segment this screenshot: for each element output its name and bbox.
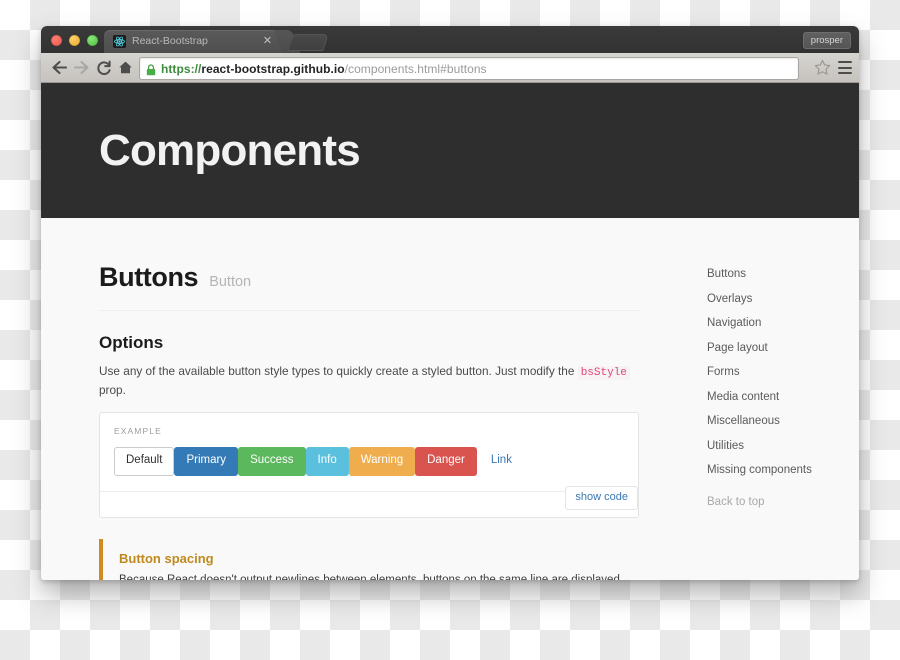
page-body: Buttons Button Options Use any of the av… xyxy=(41,218,859,580)
page-viewport: Components Buttons Button Options Use an… xyxy=(41,83,859,580)
url-host: react-bootstrap.github.io xyxy=(201,61,345,76)
toc-item-buttons[interactable]: Buttons xyxy=(707,268,812,280)
callout-title: Button spacing xyxy=(119,550,214,566)
back-to-top-link[interactable]: Back to top xyxy=(707,496,812,508)
home-icon[interactable] xyxy=(116,58,135,77)
button-danger[interactable]: Danger xyxy=(415,447,477,476)
arrow-left-icon[interactable] xyxy=(50,58,69,77)
button-primary[interactable]: Primary xyxy=(174,447,239,476)
url-path: /components.html#buttons xyxy=(344,61,487,76)
button-default[interactable]: Default xyxy=(114,447,175,476)
star-icon[interactable] xyxy=(814,59,831,76)
menu-bar-3 xyxy=(838,72,852,74)
bsstyle-code: bsStyle xyxy=(577,366,630,380)
reload-icon[interactable] xyxy=(94,58,113,77)
example-panel: EXAMPLE Default Primary Success Info Warning… xyxy=(99,412,639,518)
example-panel-footer: show code xyxy=(100,485,638,517)
user-account-chip[interactable]: prosper xyxy=(802,32,851,49)
lead-text-before: Use any of the available button style ty… xyxy=(99,364,578,378)
react-bootstrap-logo-icon xyxy=(113,35,126,48)
url-text: https://react-bootstrap.github.io/compon… xyxy=(161,62,487,76)
toc-item-media-content[interactable]: Media content xyxy=(707,391,812,403)
example-label: EXAMPLE xyxy=(114,426,162,437)
toc-item-page-layout[interactable]: Page layout xyxy=(707,342,812,354)
menu-bar-1 xyxy=(838,61,852,63)
toc-item-overlays[interactable]: Overlays xyxy=(707,293,812,305)
button-warning[interactable]: Warning xyxy=(348,447,416,476)
lead-text-after: prop. xyxy=(99,382,126,397)
section-title-row: Buttons Button xyxy=(99,262,639,311)
close-window-button[interactable] xyxy=(51,35,62,46)
toc-item-missing-components[interactable]: Missing components xyxy=(707,464,812,476)
hamburger-menu-icon[interactable] xyxy=(838,61,852,74)
new-tab-icon[interactable] xyxy=(287,34,329,51)
toc-item-utilities[interactable]: Utilities xyxy=(707,440,812,452)
main-content-column: Buttons Button Options Use any of the av… xyxy=(99,262,639,580)
page-title: Components xyxy=(99,125,361,175)
show-code-button[interactable]: show code xyxy=(565,485,638,510)
browser-tab-title: React-Bootstrap xyxy=(132,35,208,47)
window-traffic-lights xyxy=(51,35,98,46)
toc-item-navigation[interactable]: Navigation xyxy=(707,317,812,329)
toc-item-miscellaneous[interactable]: Miscellaneous xyxy=(707,415,812,427)
options-heading: Options xyxy=(99,333,164,352)
url-scheme: https:// xyxy=(161,61,202,76)
lock-icon xyxy=(146,63,156,75)
page-hero-header: Components xyxy=(41,83,859,218)
button-variants-row: Default Primary Success Info Warning Danger Li… xyxy=(114,447,624,476)
button-success[interactable]: Success xyxy=(238,447,306,476)
close-icon[interactable]: ✕ xyxy=(261,34,274,48)
browser-window: React-Bootstrap ✕ https://react-bootstra… xyxy=(41,26,859,580)
section-title: Buttons xyxy=(99,262,199,292)
button-link[interactable]: Link xyxy=(477,447,524,476)
button-info[interactable]: Info xyxy=(305,447,349,476)
callout-body: Because React doesn't output newlines be… xyxy=(119,572,625,580)
toc-item-forms[interactable]: Forms xyxy=(707,366,812,378)
maximize-window-button[interactable] xyxy=(87,35,98,46)
browser-nav-toolbar: https://react-bootstrap.github.io/compon… xyxy=(41,53,859,83)
url-address-bar[interactable]: https://react-bootstrap.github.io/compon… xyxy=(139,57,799,80)
minimize-window-button[interactable] xyxy=(69,35,80,46)
menu-bar-2 xyxy=(838,66,852,69)
arrow-right-icon[interactable] xyxy=(72,58,91,77)
section-subtitle: Button xyxy=(209,274,252,290)
callout-text-before: Because React doesn't output newlines be… xyxy=(119,573,620,580)
browser-tab-strip: React-Bootstrap ✕ xyxy=(41,26,859,53)
example-panel-body: EXAMPLE Default Primary Success Info Warning… xyxy=(100,413,638,491)
browser-tab-react-bootstrap[interactable]: React-Bootstrap ✕ xyxy=(104,30,286,53)
options-lead-text: Use any of the available button style ty… xyxy=(99,363,639,399)
table-of-contents: Buttons Overlays Navigation Page layout Form… xyxy=(707,262,812,580)
button-spacing-callout: Button spacing Because React doesn't out… xyxy=(99,538,639,580)
